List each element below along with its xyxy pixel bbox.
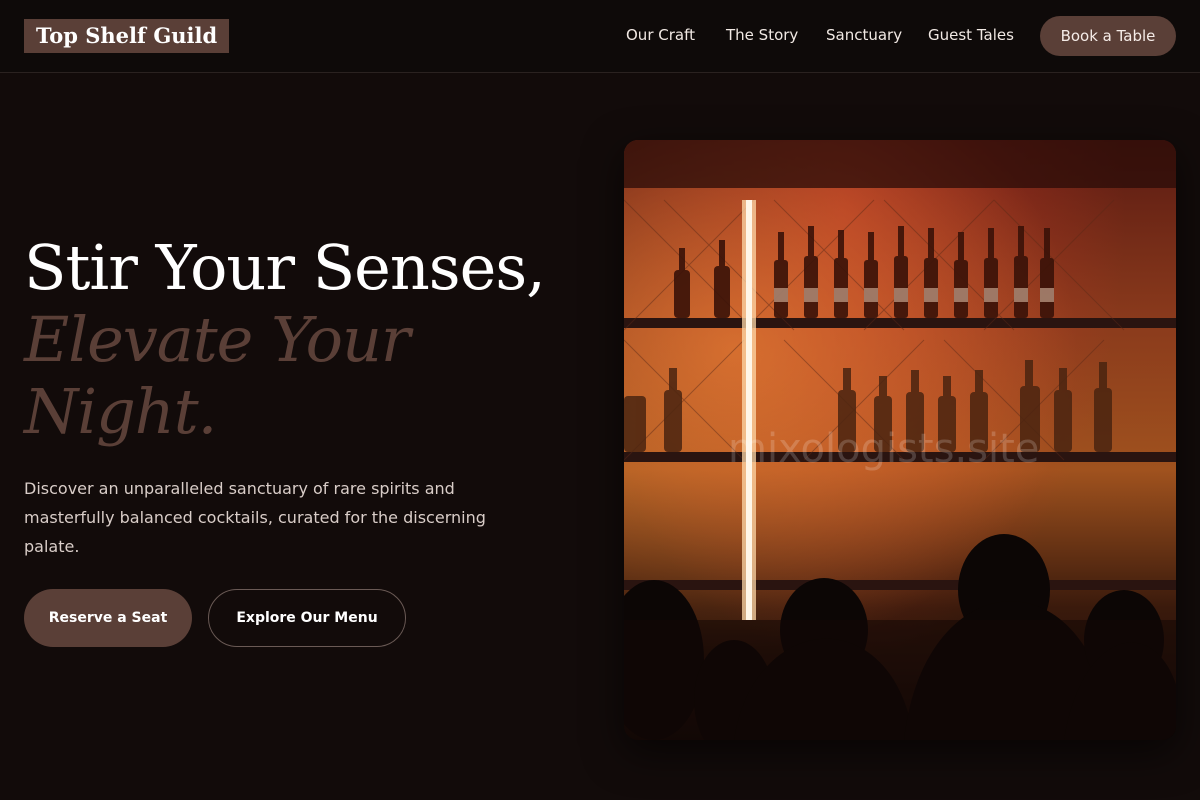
nav-link-the-story[interactable]: The Story: [726, 24, 798, 46]
main-nav: Our Craft The Story Sanctuary Guest Tale…: [0, 24, 1200, 46]
image-watermark: mixologists.site: [728, 426, 1040, 472]
hero-title-line-1: Stir Your Senses,: [24, 231, 546, 304]
explore-menu-button[interactable]: Explore Our Menu: [208, 589, 406, 647]
nav-link-guest-tales[interactable]: Guest Tales: [928, 24, 1014, 46]
hero-title-line-2: Elevate Your Night.: [24, 303, 411, 448]
hero-description: Discover an unparalleled sanctuary of ra…: [24, 479, 486, 556]
reserve-seat-button[interactable]: Reserve a Seat: [24, 589, 192, 647]
nav-link-sanctuary[interactable]: Sanctuary: [826, 24, 902, 46]
book-table-button[interactable]: Book a Table: [1040, 16, 1176, 56]
site-header: Top Shelf Guild Our Craft The Story Sanc…: [0, 0, 1200, 73]
hero-bar-image: mixologists.site: [624, 140, 1176, 740]
hero-headline: Stir Your Senses, Elevate Your Night.: [24, 232, 584, 448]
nav-link-our-craft[interactable]: Our Craft: [626, 24, 695, 46]
